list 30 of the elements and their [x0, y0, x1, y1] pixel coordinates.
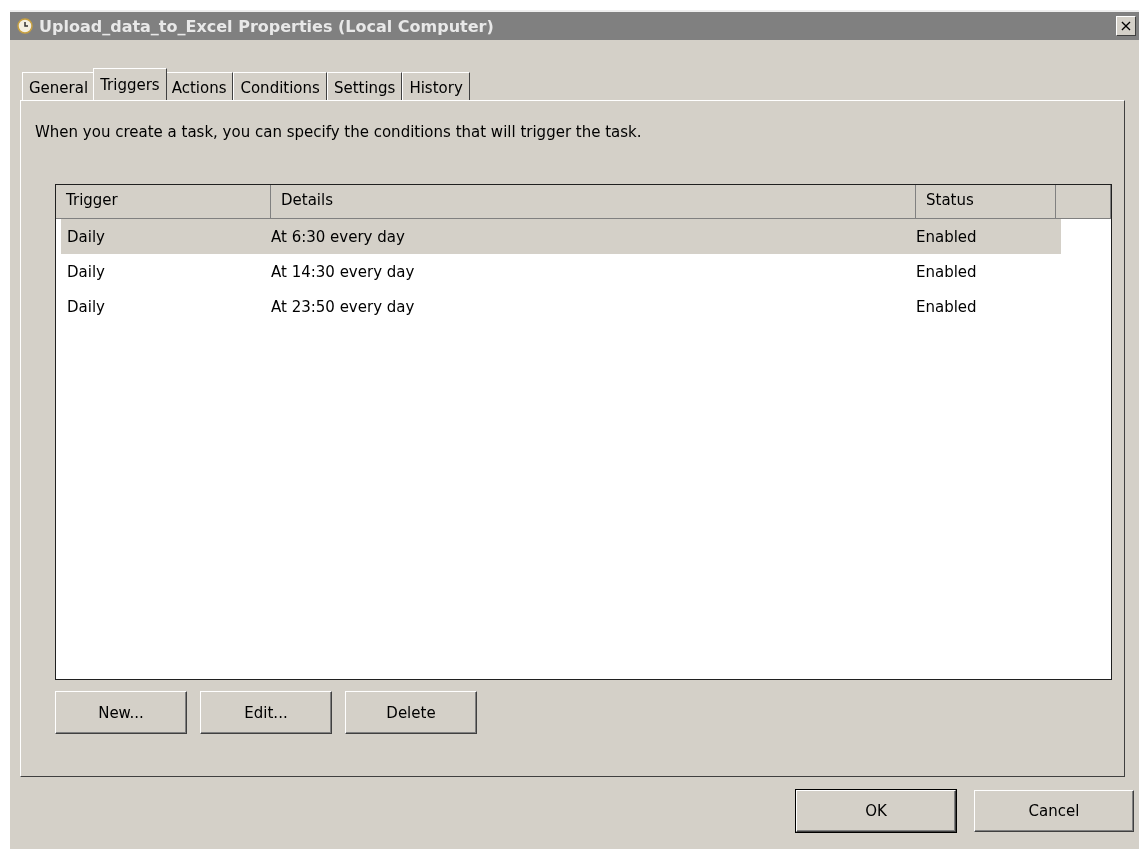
table-cell-text: At 14:30 every day — [271, 262, 416, 281]
table-row[interactable]: Daily At 23:50 every day Enabled — [61, 289, 1061, 324]
dialog-button[interactable]: Cancel — [974, 790, 1134, 832]
table-cell-text: Enabled — [916, 297, 978, 316]
column-header[interactable]: Trigger — [56, 185, 271, 219]
tab[interactable]: Settings — [326, 72, 403, 100]
table-row[interactable]: Daily At 14:30 every day Enabled — [61, 254, 1061, 289]
column-header[interactable]: Status — [916, 185, 1056, 219]
list-button[interactable]: Delete — [345, 691, 477, 734]
table-cell-text: Daily — [67, 297, 106, 316]
clock-icon — [17, 18, 33, 34]
close-button[interactable]: × — [1116, 16, 1136, 36]
tab[interactable]: Actions — [164, 72, 234, 100]
dialog-button[interactable]: OK — [796, 790, 956, 832]
list-button[interactable]: Edit... — [200, 691, 332, 734]
tab[interactable]: Conditions — [233, 72, 327, 100]
tab[interactable]: Triggers — [93, 68, 167, 100]
tab[interactable]: History — [402, 72, 470, 100]
tab[interactable]: General — [22, 72, 96, 100]
table-cell-text: Daily — [67, 227, 106, 246]
table-cell-text: Daily — [67, 262, 106, 281]
table-cell-text: Enabled — [916, 227, 978, 246]
table-cell-text: At 6:30 every day — [271, 227, 406, 246]
description-text: When you create a task, you can specify the conditions that will trigger the task. — [35, 123, 643, 141]
table-row[interactable]: Daily At 6:30 every day Enabled — [61, 219, 1061, 254]
window-title: Upload_data_to_Excel Properties (Local Computer) — [39, 16, 495, 36]
column-header[interactable]: Details — [271, 185, 916, 219]
table-cell-text: At 23:50 every day — [271, 297, 416, 316]
list-button[interactable]: New... — [55, 691, 187, 734]
table-cell-text: Enabled — [916, 262, 978, 281]
